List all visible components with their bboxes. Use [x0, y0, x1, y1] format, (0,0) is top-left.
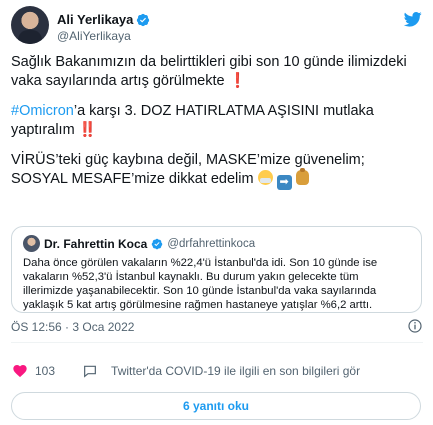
tweet-card: Ali Yerlikaya @AliYerlikaya Sağlık Bakan… [0, 0, 433, 425]
hashtag-omicron-link[interactable]: #Omicron [11, 103, 74, 119]
tweet-header: Ali Yerlikaya @AliYerlikaya [11, 6, 423, 46]
covid-info-action[interactable]: Twitter'da COVID-19 ile ilgili en son bi… [81, 363, 360, 379]
tweet-paragraph-3: VİRÜS’teki güç kaybına değil, MASKE’mize… [11, 151, 423, 190]
double-exclamation-emoji-icon: ‼️ [78, 122, 97, 138]
tweet-timestamp[interactable]: ÖS 12:56 · 3 Oca 2022 [11, 320, 134, 334]
avatar[interactable] [11, 6, 49, 44]
tweet-text-1: Sağlık Bakanımızın da belirttikleri gibi… [11, 54, 407, 89]
info-icon[interactable] [407, 318, 423, 334]
quoted-verified-badge-icon [152, 238, 163, 249]
arrow-right-emoji-icon: ➡ [276, 175, 292, 190]
user-handle[interactable]: @AliYerlikaya [57, 29, 131, 43]
money-bag-emoji-icon [295, 168, 309, 185]
quoted-user-name: Dr. Fahrettin Koca [44, 236, 148, 251]
twitter-bird-icon[interactable] [403, 10, 423, 28]
chat-bubble-icon [84, 365, 96, 378]
verified-badge-icon [137, 13, 150, 26]
covid-info-link[interactable]: Twitter'da COVID-19 ile ilgili en son bi… [111, 364, 360, 378]
quoted-user-handle: @drfahrettinkoca [167, 237, 256, 250]
exclamation-emoji-icon: ❗ [228, 73, 247, 89]
mask-face-emoji-icon [257, 170, 273, 185]
like-count: 103 [35, 364, 56, 378]
divider [11, 342, 423, 343]
user-name[interactable]: Ali Yerlikaya [57, 12, 133, 27]
tweet-body: Sağlık Bakanımızın da belirttikleri gibi… [11, 53, 423, 201]
tweet-text-3b: SOSYAL MESAFE’mize dikkat edelim [11, 171, 254, 187]
quoted-avatar [23, 235, 40, 252]
tweet-actions: 103 Twitter'da COVID-19 ile ilgili en so… [11, 362, 360, 380]
quoted-tweet-text: Daha önce görülen vakaların %22,4'ü İsta… [23, 257, 378, 311]
tweet-paragraph-1: Sağlık Bakanımızın da belirttikleri gibi… [11, 53, 423, 91]
read-replies-button[interactable]: 6 yanıtı oku [11, 392, 421, 420]
heart-icon[interactable] [11, 363, 29, 379]
quoted-tweet-header: Dr. Fahrettin Koca @drfahrettinkoca [23, 235, 410, 252]
tweet-paragraph-2: #Omicron’a karşı 3. DOZ HATIRLATMA AŞISI… [11, 102, 423, 140]
quoted-tweet[interactable]: Dr. Fahrettin Koca @drfahrettinkoca Daha… [11, 226, 422, 313]
like-action[interactable]: 103 [11, 363, 81, 379]
tweet-text-3a: VİRÜS’teki güç kaybına değil, MASKE’mize… [11, 152, 365, 168]
name-line: Ali Yerlikaya [57, 12, 150, 27]
